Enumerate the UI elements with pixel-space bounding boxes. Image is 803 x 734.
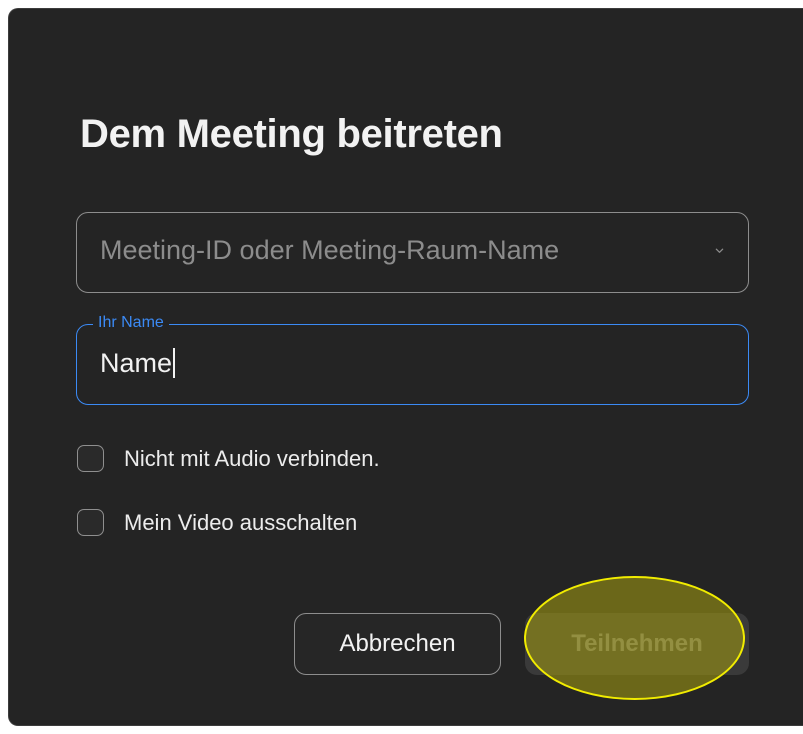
video-off-option[interactable]: Mein Video ausschalten: [77, 509, 357, 536]
video-off-label[interactable]: Mein Video ausschalten: [124, 510, 357, 536]
text-caret: [173, 348, 176, 378]
no-audio-label[interactable]: Nicht mit Audio verbinden.: [124, 446, 380, 472]
cancel-button[interactable]: Abbrechen: [294, 613, 501, 675]
your-name-label: Ihr Name: [93, 314, 169, 332]
your-name-field[interactable]: Ihr Name Name: [76, 314, 749, 405]
video-off-checkbox[interactable]: [77, 509, 104, 536]
meeting-id-field[interactable]: Meeting-ID oder Meeting-Raum-Name: [76, 212, 749, 293]
your-name-input[interactable]: Name: [100, 348, 176, 379]
join-meeting-dialog: Dem Meeting beitreten Meeting-ID oder Me…: [8, 8, 803, 726]
dialog-title: Dem Meeting beitreten: [80, 112, 503, 156]
chevron-down-icon[interactable]: [715, 246, 724, 255]
no-audio-checkbox[interactable]: [77, 445, 104, 472]
no-audio-option[interactable]: Nicht mit Audio verbinden.: [77, 445, 380, 472]
join-button[interactable]: Teilnehmen: [525, 613, 749, 675]
your-name-value: Name: [100, 348, 173, 378]
meeting-id-placeholder: Meeting-ID oder Meeting-Raum-Name: [100, 235, 560, 265]
